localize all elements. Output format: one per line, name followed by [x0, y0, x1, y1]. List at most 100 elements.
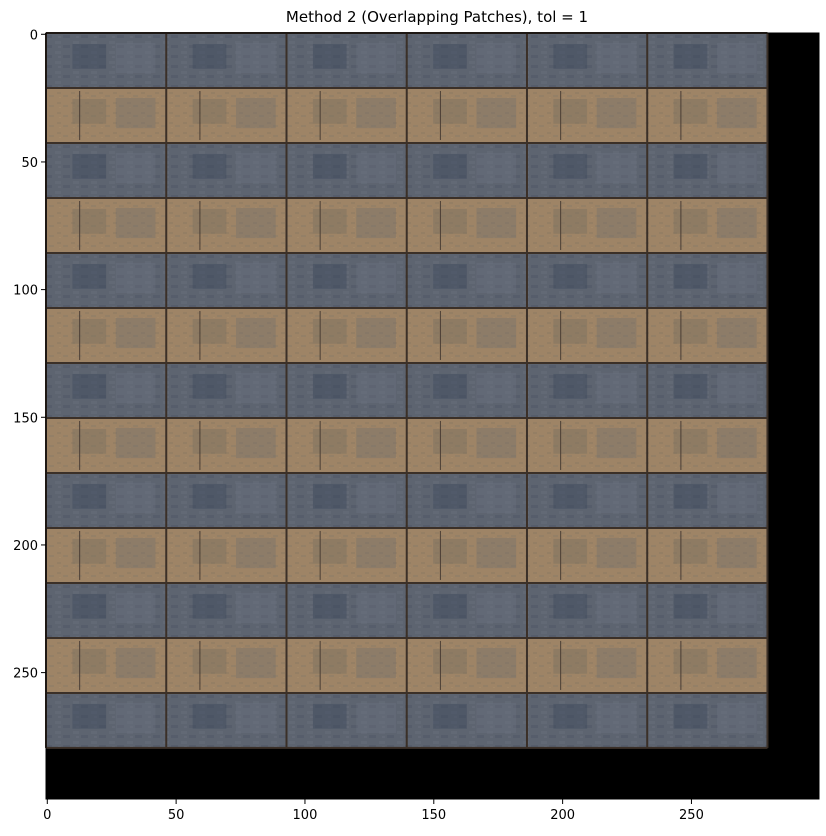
texture-detail — [673, 373, 708, 399]
x-tick-label: 250 — [679, 808, 704, 823]
texture-detail — [596, 427, 637, 459]
texture-detail — [553, 43, 588, 69]
texture-detail — [433, 208, 467, 234]
texture-detail — [312, 263, 347, 289]
texture-detail — [596, 262, 637, 294]
y-tick-label: 250 — [13, 667, 38, 682]
texture-detail — [476, 317, 517, 349]
texture-detail — [235, 372, 276, 404]
texture-detail — [553, 428, 588, 454]
texture-detail — [716, 42, 757, 74]
texture-detail — [476, 537, 517, 569]
texture-detail — [115, 152, 156, 184]
texture-detail — [553, 703, 588, 729]
texture-detail — [433, 98, 467, 124]
texture-detail — [192, 153, 227, 179]
texture-detail — [596, 152, 637, 184]
texture-detail — [553, 648, 588, 674]
texture-detail — [433, 43, 467, 69]
texture-detail — [476, 97, 517, 129]
texture-detail — [596, 317, 637, 349]
texture-detail — [553, 318, 588, 344]
texture-detail — [476, 262, 517, 294]
texture-detail — [433, 483, 467, 509]
texture-detail — [235, 647, 276, 679]
x-tick-label: 100 — [293, 808, 318, 823]
texture-detail — [356, 427, 396, 459]
x-axis-ticks: 0 50 100 150 200 250 — [43, 799, 704, 823]
texture-detail — [312, 318, 347, 344]
texture-detail — [235, 702, 276, 734]
texture-detail — [716, 152, 757, 184]
texture-detail — [312, 208, 347, 234]
texture-detail — [312, 98, 347, 124]
texture-detail — [356, 537, 396, 569]
plot-title: Method 2 (Overlapping Patches), tol = 1 — [286, 8, 588, 26]
texture-detail — [596, 537, 637, 569]
texture-detail — [356, 482, 396, 514]
texture-detail — [553, 483, 588, 509]
texture-detail — [476, 152, 517, 184]
texture-detail — [192, 593, 227, 619]
texture-detail — [235, 592, 276, 624]
texture-detail — [115, 317, 156, 349]
texture-detail — [433, 318, 467, 344]
texture-detail — [192, 428, 227, 454]
texture-detail — [115, 42, 156, 74]
texture-detail — [433, 153, 467, 179]
texture-detail — [716, 97, 757, 129]
x-tick-label: 0 — [43, 808, 51, 823]
rendered-texture-image — [45, 32, 819, 799]
texture-detail — [673, 703, 708, 729]
texture-detail — [716, 317, 757, 349]
texture-detail — [312, 648, 347, 674]
texture-detail — [192, 538, 227, 564]
texture-detail — [433, 263, 467, 289]
texture-detail — [476, 207, 517, 239]
texture-detail — [673, 263, 708, 289]
y-tick-label: 0 — [30, 28, 38, 43]
texture-detail — [553, 538, 588, 564]
texture-detail — [596, 97, 637, 129]
texture-detail — [673, 593, 708, 619]
texture-detail — [356, 317, 396, 349]
texture-detail — [673, 208, 708, 234]
texture-detail — [192, 43, 227, 69]
texture-detail — [553, 153, 588, 179]
texture-detail — [72, 373, 107, 399]
texture-detail — [72, 593, 107, 619]
texture-detail — [72, 483, 107, 509]
texture-detail — [235, 482, 276, 514]
y-tick-label: 50 — [21, 156, 38, 171]
texture-detail — [115, 207, 156, 239]
texture-detail — [716, 207, 757, 239]
texture-detail — [192, 648, 227, 674]
texture-detail — [356, 372, 396, 404]
texture-detail — [192, 208, 227, 234]
texture-detail — [716, 702, 757, 734]
y-tick-label: 150 — [13, 411, 38, 426]
texture-detail — [356, 42, 396, 74]
texture-detail — [476, 592, 517, 624]
texture-detail — [433, 428, 467, 454]
texture-detail — [476, 42, 517, 74]
texture-detail — [673, 648, 708, 674]
texture-detail — [235, 262, 276, 294]
texture-detail — [235, 97, 276, 129]
texture-detail — [673, 538, 708, 564]
texture-detail — [716, 262, 757, 294]
texture-detail — [596, 647, 637, 679]
texture-detail — [72, 153, 107, 179]
x-tick-label: 150 — [421, 808, 446, 823]
texture-detail — [235, 537, 276, 569]
texture-detail — [235, 152, 276, 184]
texture-detail — [115, 97, 156, 129]
y-tick-label: 100 — [13, 284, 38, 299]
texture-detail — [356, 207, 396, 239]
texture-detail — [476, 647, 517, 679]
texture-detail — [716, 372, 757, 404]
texture-detail — [72, 263, 107, 289]
texture-detail — [312, 428, 347, 454]
texture-detail — [476, 427, 517, 459]
texture-detail — [192, 483, 227, 509]
